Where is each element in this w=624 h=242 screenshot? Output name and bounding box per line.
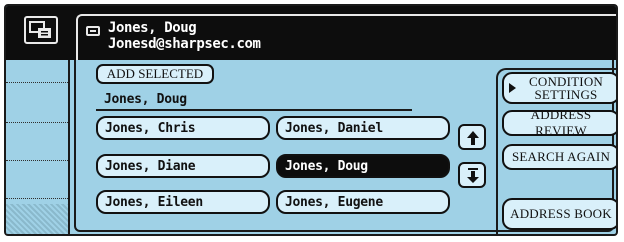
list-item-jones-daniel[interactable]: Jones, Daniel: [276, 116, 450, 140]
arrow-up-icon: [467, 131, 479, 145]
triangle-right-icon: [509, 83, 516, 93]
arrow-down-icon: [467, 168, 479, 183]
shaded-corner: [6, 204, 68, 234]
divider: [96, 109, 412, 111]
scroll-up-button[interactable]: [458, 124, 486, 150]
list-item-jones-chris[interactable]: Jones, Chris: [96, 116, 270, 140]
selected-address-header: Jones, Doug Jonesd@sharpsec.com: [76, 14, 616, 60]
scroll-down-button[interactable]: [458, 162, 486, 188]
list-item-jones-eileen[interactable]: Jones, Eileen: [96, 190, 270, 214]
side-actions-panel: CONDITION SETTINGS ADDRESS REVIEW SEARCH…: [496, 68, 616, 234]
address-list-panel: ADD SELECTED Jones, Doug Jones, Chris Jo…: [74, 60, 616, 234]
left-status-column: [6, 60, 70, 234]
header-email: Jonesd@sharpsec.com: [108, 36, 261, 52]
header-name: Jones, Doug: [108, 20, 197, 36]
address-book-button[interactable]: ADDRESS BOOK: [502, 198, 616, 230]
list-item-jones-eugene[interactable]: Jones, Eugene: [276, 190, 450, 214]
condition-settings-label-2: SETTINGS: [534, 87, 598, 102]
add-selected-button[interactable]: ADD SELECTED: [96, 64, 214, 84]
list-item-jones-diane[interactable]: Jones, Diane: [96, 154, 270, 178]
condition-settings-button[interactable]: CONDITION SETTINGS: [502, 72, 616, 104]
list-item-jones-doug[interactable]: Jones, Doug: [276, 154, 450, 178]
divider: [6, 82, 68, 83]
address-review-button[interactable]: ADDRESS REVIEW: [502, 107, 616, 138]
divider: [6, 160, 68, 161]
search-again-button[interactable]: SEARCH AGAIN: [502, 144, 616, 170]
divider: [6, 122, 68, 123]
address-search-window: Jones, Doug Jonesd@sharpsec.com ADD SELE…: [4, 4, 618, 236]
job-status-icon[interactable]: [24, 16, 58, 44]
divider: [6, 198, 68, 199]
address-card-icon: [86, 26, 100, 36]
selected-name: Jones, Doug: [104, 92, 187, 107]
top-bar: Jones, Doug Jonesd@sharpsec.com: [6, 6, 616, 60]
